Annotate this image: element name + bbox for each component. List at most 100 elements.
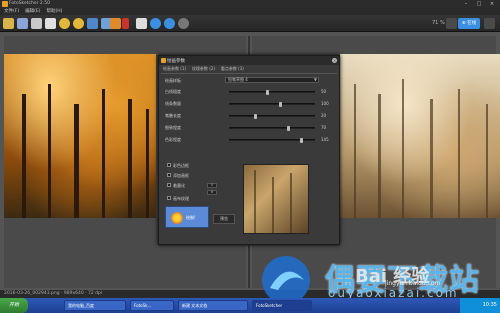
tab-texture[interactable]: 纹理参数 (2): [192, 66, 215, 72]
sketch-trunk: [486, 104, 488, 218]
info-icon[interactable]: [150, 18, 161, 29]
tree-trunk: [22, 94, 26, 218]
taskbar-item[interactable]: 新建 文本文档: [178, 300, 248, 311]
sketch-trunk: [272, 177, 274, 233]
dialog-icon: [161, 58, 166, 63]
window-controls: – □ ×: [461, 1, 497, 7]
menu-edit[interactable]: 编辑(E): [25, 8, 40, 15]
slider-value: 20: [321, 113, 327, 118]
sketch-result-photo: [340, 54, 500, 218]
ink-value-a[interactable]: 0: [207, 183, 217, 188]
add-frame-checkbox[interactable]: [167, 173, 171, 177]
zoom-level: 71 %: [432, 20, 445, 26]
color-border-checkbox[interactable]: [167, 163, 171, 167]
parameter-slider[interactable]: [229, 138, 315, 143]
web-button[interactable]: ⊕ 在线: [458, 18, 480, 29]
tab-focus[interactable]: 重点参数 (3): [221, 66, 244, 72]
canvas-texture-label: 画布纹理: [173, 196, 189, 201]
preset-value: 铅笔草图 4: [228, 77, 248, 82]
exit-icon[interactable]: [178, 18, 189, 29]
save-icon[interactable]: [17, 18, 28, 29]
help-icon[interactable]: [164, 18, 175, 29]
menu-bar: 文件(F) 编辑(E) 帮助(H): [0, 8, 500, 15]
taskbar: 开始 我的电脑_百度 FotoSk... 新建 文本文档 FotoSketche…: [0, 298, 500, 313]
taskbar-item-active[interactable]: FotoSketcher: [252, 300, 312, 311]
window-title: FotoSketcher 2.50: [9, 1, 50, 6]
chevron-down-icon: ▼: [313, 77, 317, 82]
parameter-slider[interactable]: [229, 114, 315, 119]
clock: 10:35: [482, 302, 497, 308]
dialog-tabs: 绘画参数 (1) 纹理参数 (2) 重点参数 (3): [163, 66, 244, 72]
maximize-button[interactable]: □: [474, 1, 484, 7]
tree-trunk: [74, 104, 79, 218]
start-button[interactable]: 开始: [0, 298, 28, 313]
draw-button[interactable]: 绘制!: [165, 206, 209, 228]
app-icon: [2, 1, 8, 7]
slider-thumb[interactable]: [266, 90, 269, 95]
copy-icon[interactable]: [31, 18, 42, 29]
slider-label: 笔触长度: [165, 113, 181, 118]
preset-label: 绘画样板: [165, 78, 181, 83]
tree-trunk: [48, 84, 51, 218]
image-icon[interactable]: [87, 18, 98, 29]
sketch-trunk: [378, 94, 381, 218]
brush-icon[interactable]: [122, 18, 129, 29]
title-bar: FotoSketcher 2.50 – □ ×: [0, 0, 500, 8]
undo-icon[interactable]: [59, 18, 70, 29]
minimize-button[interactable]: –: [461, 1, 471, 7]
tree-trunk: [146, 109, 149, 218]
slider-label: 细致程度: [165, 125, 181, 130]
open-folder-icon[interactable]: [3, 18, 14, 29]
color-border-label: 彩色边框: [173, 163, 189, 168]
fit-window-icon[interactable]: [446, 18, 457, 29]
parameter-slider[interactable]: [229, 90, 315, 95]
settings-icon[interactable]: [484, 18, 495, 29]
drawing-parameters-dialog: 绘画参数 × 绘画参数 (1) 纹理参数 (2) 重点参数 (3) 绘画样板 铅…: [158, 55, 340, 245]
taskbar-item[interactable]: FotoSk...: [130, 300, 174, 311]
ink-label: 着墨化: [173, 183, 185, 188]
paste-icon[interactable]: [45, 18, 56, 29]
sketch-trunk: [458, 89, 460, 218]
slider-thumb[interactable]: [287, 126, 290, 131]
add-frame-label: 添加画框: [173, 173, 189, 178]
close-button[interactable]: ×: [487, 1, 497, 7]
original-photo: [4, 54, 156, 218]
sketch-trunk: [430, 99, 433, 218]
slider-thumb[interactable]: [279, 102, 282, 107]
slider-thumb[interactable]: [254, 114, 257, 119]
redo-icon[interactable]: [73, 18, 84, 29]
draw-button-label: 绘制!: [186, 215, 196, 220]
slider-value: 50: [321, 89, 327, 94]
canvas-texture-checkbox[interactable]: [167, 196, 171, 200]
dialog-title: 绘画参数: [167, 59, 185, 64]
slider-thumb[interactable]: [300, 138, 303, 143]
preview-thumbnail: [243, 164, 309, 234]
palette-brush-icon: [171, 212, 183, 224]
ink-value-b[interactable]: 6: [207, 190, 217, 195]
status-text: 2016-03-26_002943.png · 989x640 · 72 dpi: [4, 291, 103, 296]
parameter-slider[interactable]: [229, 126, 315, 131]
dialog-close-button[interactable]: ×: [332, 58, 337, 63]
slider-value: 70: [321, 125, 327, 130]
preset-dropdown[interactable]: 铅笔草图 4 ▼: [225, 77, 319, 83]
sketch-trunk: [354, 84, 356, 218]
slider-value: 145: [321, 137, 329, 142]
ink-checkbox[interactable]: [167, 183, 171, 187]
tab-drawing[interactable]: 绘画参数 (1): [163, 66, 186, 72]
palette-icon[interactable]: [110, 18, 121, 29]
menu-file[interactable]: 文件(F): [4, 8, 19, 15]
print-icon[interactable]: [136, 18, 147, 29]
slider-label: 线条数量: [165, 101, 181, 106]
tree-trunk: [128, 99, 132, 218]
parameter-slider[interactable]: [229, 102, 315, 107]
slider-value: 100: [321, 101, 329, 106]
preview-button[interactable]: 预览: [213, 214, 235, 224]
taskbar-item[interactable]: 我的电脑_百度: [64, 300, 126, 311]
system-tray: 10:35: [460, 298, 500, 313]
sketch-trunk: [402, 79, 404, 218]
sketch-trunk: [254, 170, 256, 233]
menu-help[interactable]: 帮助(H): [46, 8, 62, 15]
dialog-title-bar[interactable]: 绘画参数 ×: [159, 56, 339, 65]
tree-trunk: [102, 89, 105, 218]
toolbar: 71 % ⊕ 在线: [0, 15, 500, 32]
